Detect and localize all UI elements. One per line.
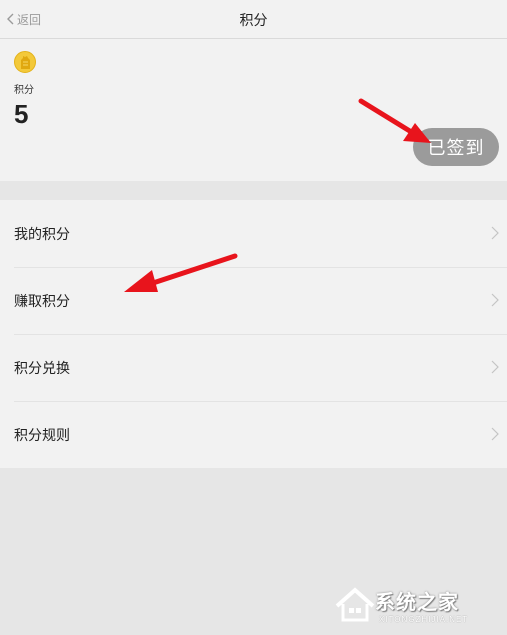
menu-item-label: 积分规则	[14, 427, 70, 444]
top-bar: 返回 积分	[0, 0, 507, 39]
menu-item-earn-points[interactable]: 赚取积分	[0, 267, 507, 334]
chevron-right-icon	[491, 427, 499, 441]
menu-item-label: 积分兑换	[14, 360, 70, 377]
menu-item-points-rules[interactable]: 积分规则	[0, 401, 507, 468]
watermark-subtitle: XITONGZHIJIA.NET	[379, 615, 469, 624]
menu-item-label: 赚取积分	[14, 293, 70, 310]
points-menu: 我的积分 赚取积分 积分兑换 积分规则	[0, 200, 507, 468]
chevron-right-icon	[491, 226, 499, 240]
page-title: 积分	[239, 13, 268, 29]
menu-item-my-points[interactable]: 我的积分	[0, 200, 507, 267]
house-logo-icon	[335, 587, 375, 622]
watermark-title: 系统之家	[375, 590, 459, 614]
menu-item-redeem-points[interactable]: 积分兑换	[0, 334, 507, 401]
menu-item-label: 我的积分	[14, 226, 70, 243]
chevron-right-icon	[491, 293, 499, 307]
points-value: 5	[14, 99, 29, 129]
signed-in-button[interactable]: 已签到	[413, 128, 499, 166]
coin-icon	[14, 51, 36, 73]
watermark: 系统之家 XITONGZHIJIA.NET	[335, 582, 505, 632]
points-label: 积分	[14, 85, 34, 96]
chevron-right-icon	[491, 360, 499, 374]
